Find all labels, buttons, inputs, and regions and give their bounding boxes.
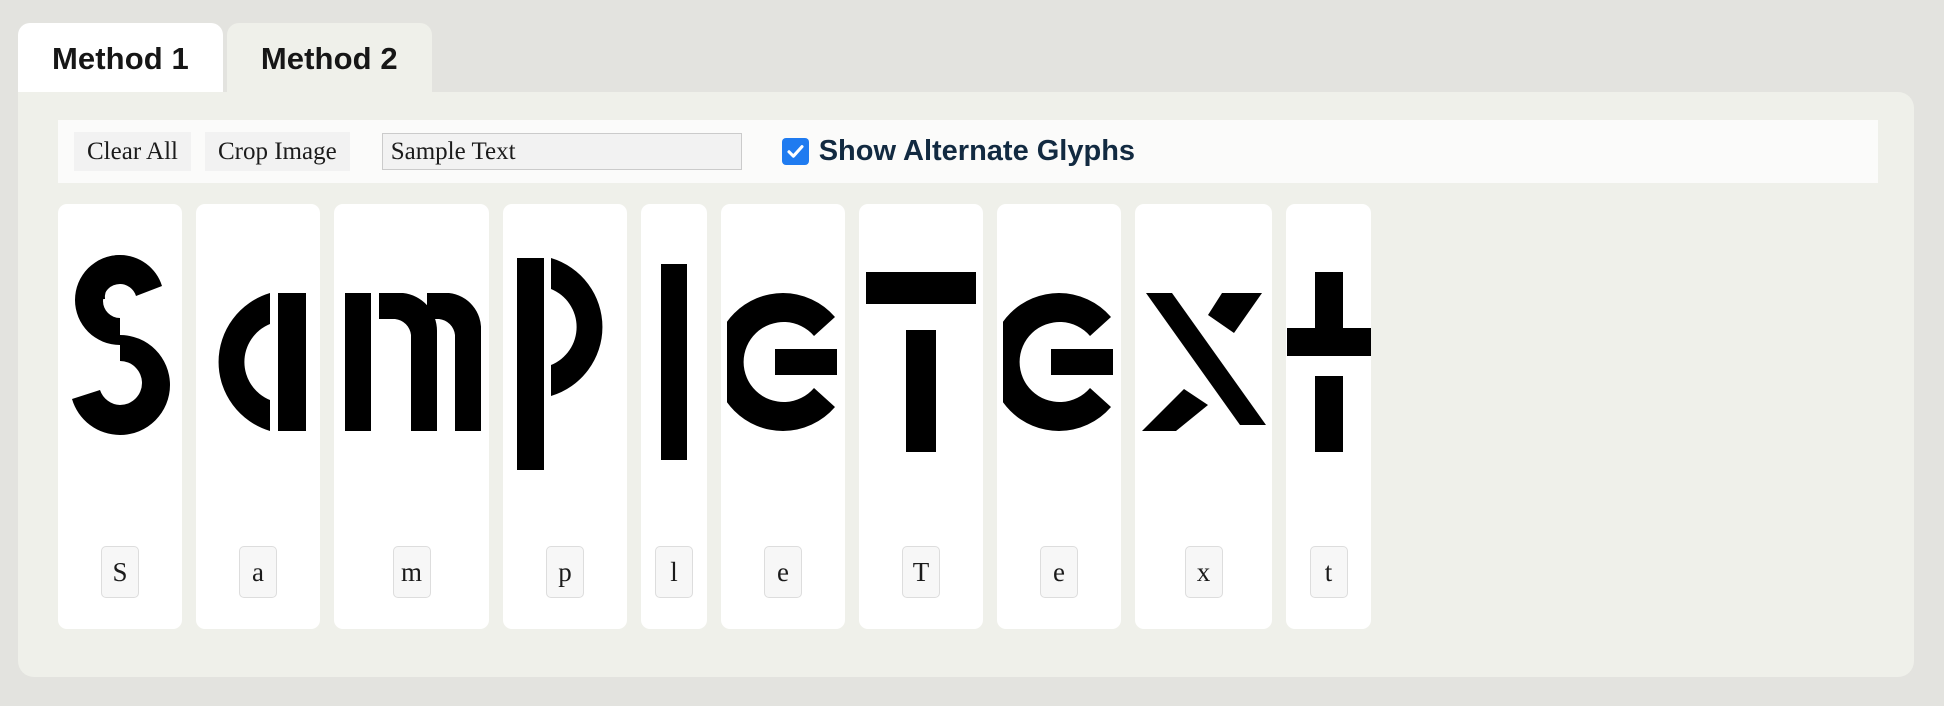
- show-alternate-glyphs-label: Show Alternate Glyphs: [818, 135, 1136, 167]
- glyph-m-icon: [334, 212, 489, 512]
- glyph-char-field[interactable]: m: [392, 546, 431, 598]
- tab-method-1-label: Method 1: [52, 41, 189, 76]
- glyph-p-icon: [503, 212, 627, 512]
- glyph-e-icon: [721, 212, 845, 512]
- clear-all-button[interactable]: Clear All: [74, 132, 191, 171]
- glyph-card[interactable]: t: [1286, 204, 1371, 629]
- glyph-card[interactable]: p: [503, 204, 627, 629]
- glyph-card[interactable]: m: [334, 204, 489, 629]
- glyph-char-field[interactable]: t: [1309, 546, 1348, 598]
- glyph-a-icon: [196, 212, 320, 512]
- glyph-t-icon: [1286, 212, 1371, 512]
- glyph-char-field[interactable]: x: [1184, 546, 1223, 598]
- glyph-card[interactable]: l: [641, 204, 707, 629]
- glyph-card[interactable]: a: [196, 204, 320, 629]
- glyph-S-icon: [58, 212, 182, 512]
- glyph-e-icon: [997, 212, 1121, 512]
- glyph-char-field[interactable]: T: [902, 546, 940, 598]
- tab-method-2-label: Method 2: [260, 41, 398, 76]
- tab-strip: Method 1 Method 2: [0, 0, 1944, 95]
- glyph-char-field[interactable]: a: [239, 546, 277, 598]
- glyph-card[interactable]: T: [859, 204, 983, 629]
- glyph-card[interactable]: S: [58, 204, 182, 629]
- glyph-char-field[interactable]: S: [101, 546, 139, 598]
- checkbox-checked-icon[interactable]: [781, 138, 809, 165]
- glyph-char-field[interactable]: e: [1040, 546, 1078, 598]
- method-1-panel: Clear All Crop Image Show Alternate Glyp…: [18, 92, 1914, 677]
- glyph-T-icon: [859, 212, 983, 512]
- glyph-card[interactable]: e: [721, 204, 845, 629]
- glyph-card-row: S a m p l e T e x t: [58, 204, 1371, 644]
- glyph-toolbar: Clear All Crop Image Show Alternate Glyp…: [58, 120, 1878, 183]
- glyph-card[interactable]: e: [997, 204, 1121, 629]
- glyph-card[interactable]: x: [1135, 204, 1272, 629]
- glyph-char-field[interactable]: l: [655, 546, 693, 598]
- sample-text-input[interactable]: [381, 133, 742, 170]
- glyph-l-icon: [641, 212, 707, 512]
- show-alternate-glyphs-control[interactable]: Show Alternate Glyphs: [781, 135, 1136, 168]
- glyph-char-field[interactable]: e: [764, 546, 802, 598]
- glyph-char-field[interactable]: p: [546, 546, 584, 598]
- tab-method-2[interactable]: Method 2: [226, 23, 432, 95]
- glyph-x-icon: [1135, 212, 1272, 512]
- tab-method-1[interactable]: Method 1: [18, 23, 223, 95]
- crop-image-button[interactable]: Crop Image: [204, 132, 350, 171]
